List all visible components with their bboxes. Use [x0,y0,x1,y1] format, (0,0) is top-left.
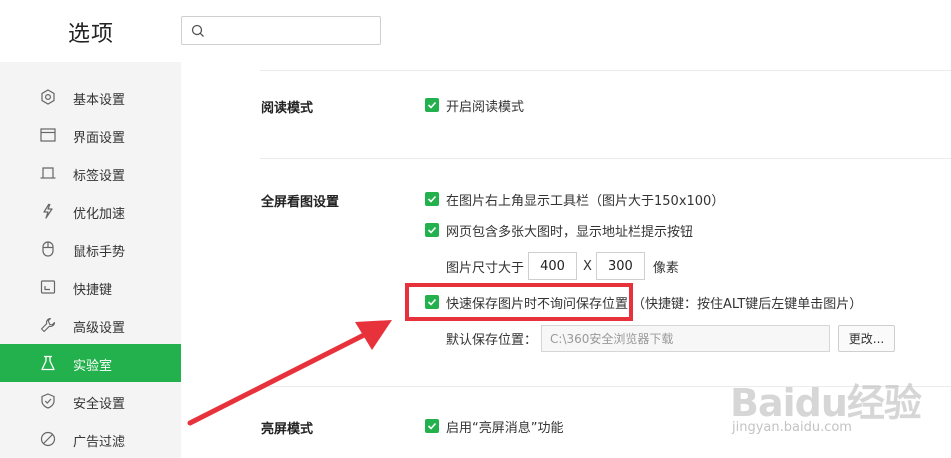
checkbox-label: 开启阅读模式 [446,99,525,115]
default-path-label: 默认保存位置： [446,333,538,348]
checkbox-reading-mode[interactable]: 开启阅读模式 [425,97,525,115]
wrench-icon [40,317,56,333]
sidebar-item-label: 广告过滤 [73,435,126,450]
check-icon [427,226,437,234]
size-unit: 像素 [652,260,679,276]
sidebar-item-label: 标签设置 [73,169,126,184]
checkbox[interactable] [425,419,439,433]
checkbox[interactable] [425,223,439,237]
sidebar-item-label: 高级设置 [73,321,126,336]
check-icon [427,195,437,203]
sidebar-item-label: 基本设置 [73,93,126,108]
sidebar-item-label: 实验室 [73,359,113,374]
shield-icon [41,393,55,409]
sidebar-item-label: 优化加速 [73,207,126,222]
size-separator: X [583,258,592,274]
block-icon [40,431,56,447]
sidebar-item-mouse[interactable]: 鼠标手势 [0,230,181,268]
size-label: 图片尺寸大于 [446,260,525,276]
default-path-row: 默认保存位置： C:\360安全浏览器下载 更改... [446,325,896,352]
sidebar-item-label: 安全设置 [73,397,126,412]
default-path-input[interactable]: C:\360安全浏览器下载 [541,325,831,352]
sidebar-item-shortcuts[interactable]: 快捷键 [0,268,181,306]
window-icon [40,128,56,142]
checkbox-show-toolbar[interactable]: 在图片右上角显示工具栏（图片大于150x100） [425,191,725,209]
sidebar-item-label: 鼠标手势 [73,245,126,260]
sidebar-item-interface[interactable]: 界面设置 [0,116,181,154]
checkbox-label: 启用“亮屏消息”功能 [446,420,564,436]
shortcut-hint: （快捷键：按住ALT键后左键单击图片） [632,296,863,312]
sidebar-item-lab[interactable]: 实验室 [0,344,181,382]
change-path-button[interactable]: 更改... [838,325,896,352]
watermark-logo: Baidu经验 [730,381,922,425]
sidebar-item-optimize[interactable]: 优化加速 [0,192,181,230]
sidebar-item-tabs[interactable]: 标签设置 [0,154,181,192]
divider [260,158,951,159]
sidebar-item-advanced[interactable]: 高级设置 [0,306,181,344]
page-title: 选项 [68,22,115,47]
sidebar-item-label: 快捷键 [73,283,113,298]
height-input[interactable]: 300 [595,252,645,280]
checkbox[interactable] [425,98,439,112]
mouse-icon [42,241,54,257]
section-title-reading: 阅读模式 [261,101,314,116]
checkbox[interactable] [425,192,439,206]
baidu-watermark: Baidu经验 jingyan.baidu.com [730,372,940,452]
sidebar-item-adblock[interactable]: 广告过滤 [0,420,181,458]
checkbox-bright-message[interactable]: 启用“亮屏消息”功能 [425,418,564,436]
search-icon [191,24,204,37]
keyboard-icon [40,280,56,294]
checkbox-label: 网页包含多张大图时，显示地址栏提示按钮 [446,224,694,240]
divider [260,70,951,71]
sidebar-item-security[interactable]: 安全设置 [0,382,181,420]
section-title-bright: 亮屏模式 [261,422,314,437]
search-box[interactable] [181,16,381,45]
highlight-box [405,283,633,321]
sidebar-item-label: 界面设置 [73,131,126,146]
header: 选项 [0,0,951,62]
image-size-row: 图片尺寸大于 400 X 300 像素 [446,252,679,280]
sidebar-item-basic[interactable]: 基本设置 [0,78,181,116]
check-icon [427,101,437,109]
lightning-icon [43,203,53,219]
check-icon [427,422,437,430]
search-input[interactable] [210,20,375,41]
checkbox-address-bar-hint[interactable]: 网页包含多张大图时，显示地址栏提示按钮 [425,222,694,240]
watermark-url: jingyan.baidu.com [732,420,852,435]
section-title-fullscreen: 全屏看图设置 [261,195,340,210]
settings-icon [41,89,55,105]
checkbox-label: 在图片右上角显示工具栏（图片大于150x100） [446,193,725,209]
sidebar: 基本设置 界面设置 标签设置 优化加速 鼠标手势 快捷键 高级设置 实验室 安全… [0,62,181,458]
flask-icon [41,355,55,371]
tab-icon [40,167,56,179]
width-input[interactable]: 400 [528,252,578,280]
